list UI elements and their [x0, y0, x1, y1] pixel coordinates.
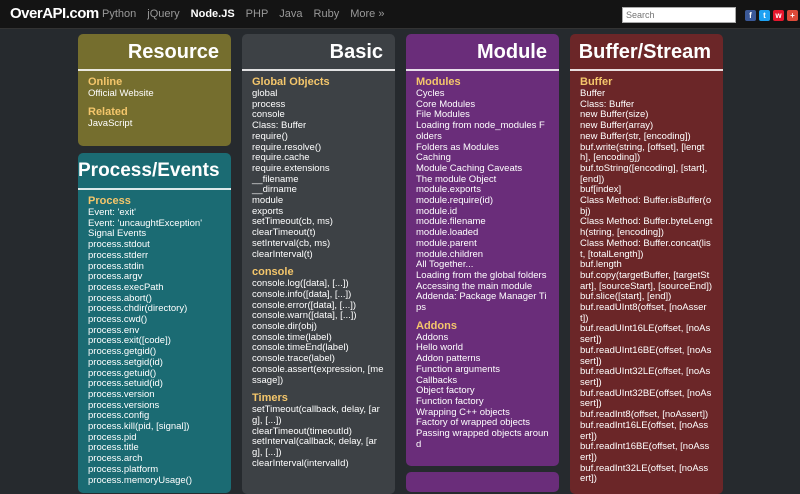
api-link[interactable]: process.memoryUsage() — [88, 475, 221, 487]
weibo-icon[interactable]: w — [773, 10, 784, 21]
card-title: Buffer/Stream — [570, 40, 723, 71]
api-link[interactable]: Function arguments — [416, 364, 549, 376]
nav-link-jquery[interactable]: jQuery — [147, 8, 179, 20]
api-link[interactable]: buf.readUInt32LE(offset, [noAssert]) — [580, 366, 713, 388]
language-nav: Python jQuery Node.JS PHP Java Ruby More » — [102, 8, 395, 20]
api-link[interactable]: buf.readUInt16BE(offset, [noAssert]) — [580, 345, 713, 367]
section-heading: Addons — [416, 319, 457, 332]
api-link[interactable]: buf.readUInt32BE(offset, [noAssert]) — [580, 388, 713, 410]
card-module: Module Modules Cycles Core Modules File Modu… — [406, 34, 559, 466]
google-plus-icon[interactable]: + — [787, 10, 798, 21]
card-title: Module — [406, 40, 559, 71]
card-next-partial — [406, 472, 559, 492]
card-buffer-stream: Buffer/Stream Buffer Buffer Class: Buffer ne… — [570, 34, 723, 494]
top-navbar: OverAPI.com Python jQuery Node.JS PHP Java Ru… — [0, 0, 800, 29]
api-link[interactable]: Passing wrapped objects around — [416, 428, 549, 450]
card-title: Basic — [242, 40, 395, 71]
api-link[interactable]: require() — [252, 131, 385, 143]
nav-link-java[interactable]: Java — [279, 8, 302, 20]
api-link[interactable]: Class Method: Buffer.isBuffer(obj) — [580, 195, 713, 217]
nav-link-node-js[interactable]: Node.JS — [191, 8, 235, 20]
api-link[interactable]: buf.readInt32LE(offset, [noAssert]) — [580, 463, 713, 485]
api-link[interactable]: buf.readInt16LE(offset, [noAssert]) — [580, 420, 713, 442]
api-link[interactable]: setInterval(cb, ms) — [252, 238, 385, 250]
api-link[interactable]: buf.toString([encoding], [start], [end]) — [580, 163, 713, 185]
api-link[interactable]: setInterval(callback, delay, [arg], [...… — [252, 436, 385, 458]
api-link[interactable]: clearInterval(t) — [252, 249, 385, 261]
card-basic: Basic Global Objects global process console C… — [242, 34, 395, 494]
api-link[interactable]: module.parent — [416, 238, 549, 250]
nav-link-python[interactable]: Python — [102, 8, 136, 20]
card-process-events: Process/Events Process Event: 'exit' Event:… — [78, 153, 231, 493]
card-resource: Resource Online Official Website Related Jav… — [78, 34, 231, 146]
api-link[interactable]: Class Method: Buffer.byteLength(string, … — [580, 216, 713, 238]
api-link[interactable]: process.stderr — [88, 250, 221, 262]
site-logo[interactable]: OverAPI.com — [10, 5, 99, 22]
api-link[interactable]: clearInterval(intervalId) — [252, 458, 385, 470]
api-link[interactable]: buf.readUInt16LE(offset, [noAssert]) — [580, 324, 713, 346]
api-link[interactable]: Official Website — [88, 88, 221, 100]
api-link[interactable]: buf.copy(targetBuffer, [targetStart], [s… — [580, 270, 713, 292]
api-link[interactable]: new Buffer(str, [encoding]) — [580, 131, 713, 143]
api-link[interactable]: process.platform — [88, 464, 221, 476]
card-title: Resource — [78, 40, 231, 71]
facebook-icon[interactable]: f — [745, 10, 756, 21]
card-title: Process/Events — [78, 159, 231, 190]
api-link[interactable]: buf.readUInt8(offset, [noAssert]) — [580, 302, 713, 324]
section-heading: Related — [88, 105, 128, 118]
api-link[interactable]: process.setgid(id) — [88, 357, 221, 369]
nav-link-php[interactable]: PHP — [246, 8, 269, 20]
api-link[interactable]: Addenda: Package Manager Tips — [416, 291, 549, 313]
twitter-icon[interactable]: t — [759, 10, 770, 21]
api-link[interactable]: JavaScript — [88, 118, 221, 130]
api-link[interactable]: console.assert(expression, [message]) — [252, 364, 385, 386]
api-link[interactable]: Loading from node_modules Folders — [416, 120, 549, 142]
social-links: f t w + — [745, 10, 798, 21]
nav-link-ruby[interactable]: Ruby — [314, 8, 340, 20]
api-link[interactable]: Class Method: Buffer.concat(list, [total… — [580, 238, 713, 260]
nav-link-more[interactable]: More » — [350, 8, 384, 20]
search-input[interactable] — [622, 7, 736, 23]
api-link[interactable]: buf.readInt16BE(offset, [noAssert]) — [580, 441, 713, 463]
api-link[interactable]: buf.write(string, [offset], [length], [e… — [580, 142, 713, 164]
api-link[interactable]: setTimeout(callback, delay, [arg], [...]… — [252, 404, 385, 426]
